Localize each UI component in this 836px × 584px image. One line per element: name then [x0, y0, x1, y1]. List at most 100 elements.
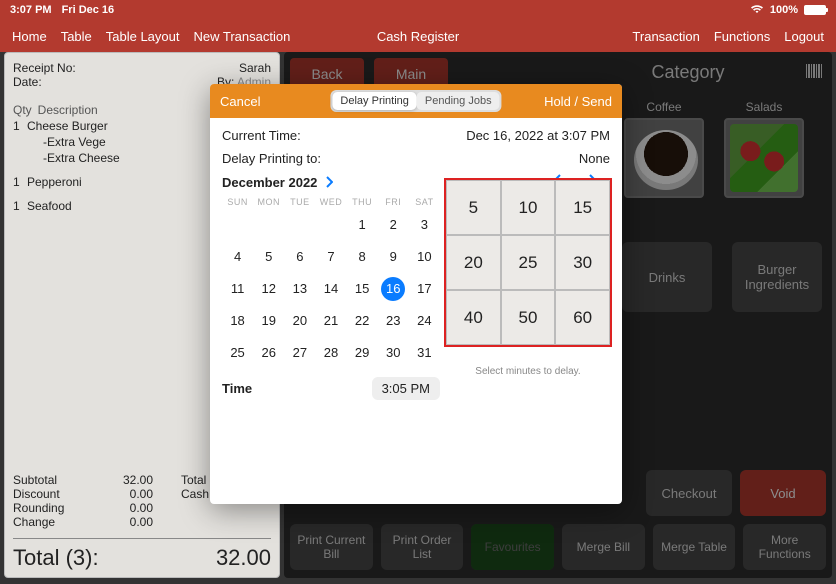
calendar-dow: FRI [378, 197, 409, 207]
calendar-day[interactable]: 11 [222, 279, 253, 299]
calendar-day[interactable]: 29 [347, 343, 378, 363]
nav-functions[interactable]: Functions [714, 29, 770, 44]
total-label2: Total [153, 473, 213, 487]
calendar-dow: SAT [409, 197, 440, 207]
calendar-day[interactable]: 30 [378, 343, 409, 363]
battery-icon [804, 5, 826, 15]
line-desc: Pepperoni [27, 175, 82, 189]
nav-table[interactable]: Table [61, 29, 92, 44]
seg-pending-jobs[interactable]: Pending Jobs [417, 92, 500, 110]
calendar-day[interactable]: 26 [253, 343, 284, 363]
calendar-day[interactable]: 8 [347, 247, 378, 267]
calendar-day[interactable]: 25 [222, 343, 253, 363]
calendar-day[interactable]: 27 [284, 343, 315, 363]
delay-minute-option[interactable]: 25 [501, 235, 556, 290]
line-qty: 1 [13, 119, 27, 133]
calendar-day[interactable]: 24 [409, 311, 440, 331]
segmented-control: Delay Printing Pending Jobs [330, 90, 501, 112]
line-desc: -Extra Vege [27, 135, 106, 149]
delay-minute-option[interactable]: 50 [501, 290, 556, 345]
status-date: Fri Dec 16 [62, 4, 115, 16]
calendar-month[interactable]: December 2022 [222, 175, 317, 190]
receipt-date-label: Date: [13, 75, 42, 89]
line-desc: -Extra Cheese [27, 151, 120, 165]
calendar-day [253, 215, 284, 235]
calendar-day[interactable]: 5 [253, 247, 284, 267]
nav-transaction[interactable]: Transaction [632, 29, 699, 44]
calendar-day[interactable]: 18 [222, 311, 253, 331]
delay-minute-option[interactable]: 5 [446, 180, 501, 235]
delay-to-label: Delay Printing to: [222, 151, 321, 166]
current-time-value: Dec 16, 2022 at 3:07 PM [466, 128, 610, 143]
nav-new-transaction[interactable]: New Transaction [194, 29, 291, 44]
delay-minute-option[interactable]: 10 [501, 180, 556, 235]
delay-minute-option[interactable]: 40 [446, 290, 501, 345]
delay-minute-option[interactable]: 60 [555, 290, 610, 345]
calendar-day[interactable]: 22 [347, 311, 378, 331]
calendar-day[interactable]: 3 [409, 215, 440, 235]
hold-send-button[interactable]: Hold / Send [544, 94, 612, 109]
delay-minute-option[interactable]: 30 [555, 235, 610, 290]
discount-value: 0.00 [103, 487, 153, 501]
calendar-day[interactable]: 17 [409, 279, 440, 299]
subtotal-label: Subtotal [13, 473, 103, 487]
calendar-day[interactable]: 13 [284, 279, 315, 299]
calendar-day [222, 215, 253, 235]
calendar-dow: WED [315, 197, 346, 207]
nav-table-layout[interactable]: Table Layout [106, 29, 180, 44]
delay-minute-option[interactable]: 20 [446, 235, 501, 290]
calendar-day[interactable]: 7 [315, 247, 346, 267]
line-qty: 1 [13, 175, 27, 189]
wifi-icon [750, 4, 764, 17]
rounding-label: Rounding [13, 501, 103, 515]
calendar-day[interactable]: 19 [253, 311, 284, 331]
line-qty [13, 135, 27, 149]
line-desc: Seafood [27, 199, 72, 213]
receipt-no-label: Receipt No: [13, 61, 76, 75]
change-value: 0.00 [103, 515, 153, 529]
calendar-dow: SUN [222, 197, 253, 207]
time-picker[interactable]: 3:05 PM [372, 377, 440, 400]
cash-label: Cash [153, 487, 213, 501]
calendar-day[interactable]: 2 [378, 215, 409, 235]
status-time: 3:07 PM [10, 4, 52, 16]
calendar-day[interactable]: 4 [222, 247, 253, 267]
calendar-day[interactable]: 10 [409, 247, 440, 267]
calendar-day[interactable]: 1 [347, 215, 378, 235]
calendar-dow: MON [253, 197, 284, 207]
desc-header: Description [38, 103, 98, 117]
discount-label: Discount [13, 487, 103, 501]
delay-caption: Select minutes to delay. [444, 366, 612, 377]
delay-minutes-grid: 51015 202530 405060 [444, 178, 612, 347]
calendar-day[interactable]: 21 [315, 311, 346, 331]
calendar-day[interactable]: 28 [315, 343, 346, 363]
status-bar: 3:07 PM Fri Dec 16 100% [0, 0, 836, 20]
receipt-server: Sarah [239, 61, 271, 75]
calendar-day[interactable]: 16 [381, 277, 405, 301]
nav-title: Cash Register [377, 29, 459, 44]
calendar-day[interactable]: 20 [284, 311, 315, 331]
calendar-day[interactable]: 23 [378, 311, 409, 331]
delay-minute-option[interactable]: 15 [555, 180, 610, 235]
grand-total-label: Total (3): [13, 545, 99, 571]
calendar-day[interactable]: 12 [253, 279, 284, 299]
line-desc: Cheese Burger [27, 119, 108, 133]
calendar-day[interactable]: 14 [315, 279, 346, 299]
rounding-value: 0.00 [103, 501, 153, 515]
nav-logout[interactable]: Logout [784, 29, 824, 44]
seg-delay-printing[interactable]: Delay Printing [332, 92, 416, 110]
calendar-day[interactable]: 6 [284, 247, 315, 267]
calendar-day[interactable]: 31 [409, 343, 440, 363]
nav-home[interactable]: Home [12, 29, 47, 44]
calendar-day [315, 215, 346, 235]
calendar-day [284, 215, 315, 235]
current-time-label: Current Time: [222, 128, 301, 143]
chevron-right-icon[interactable] [321, 175, 337, 191]
change-label: Change [13, 515, 103, 529]
time-label: Time [222, 381, 372, 396]
nav-bar: Home Table Table Layout New Transaction … [0, 20, 836, 52]
qty-header: Qty [13, 103, 32, 117]
cancel-button[interactable]: Cancel [220, 94, 260, 109]
calendar-day[interactable]: 15 [347, 279, 378, 299]
calendar-day[interactable]: 9 [378, 247, 409, 267]
